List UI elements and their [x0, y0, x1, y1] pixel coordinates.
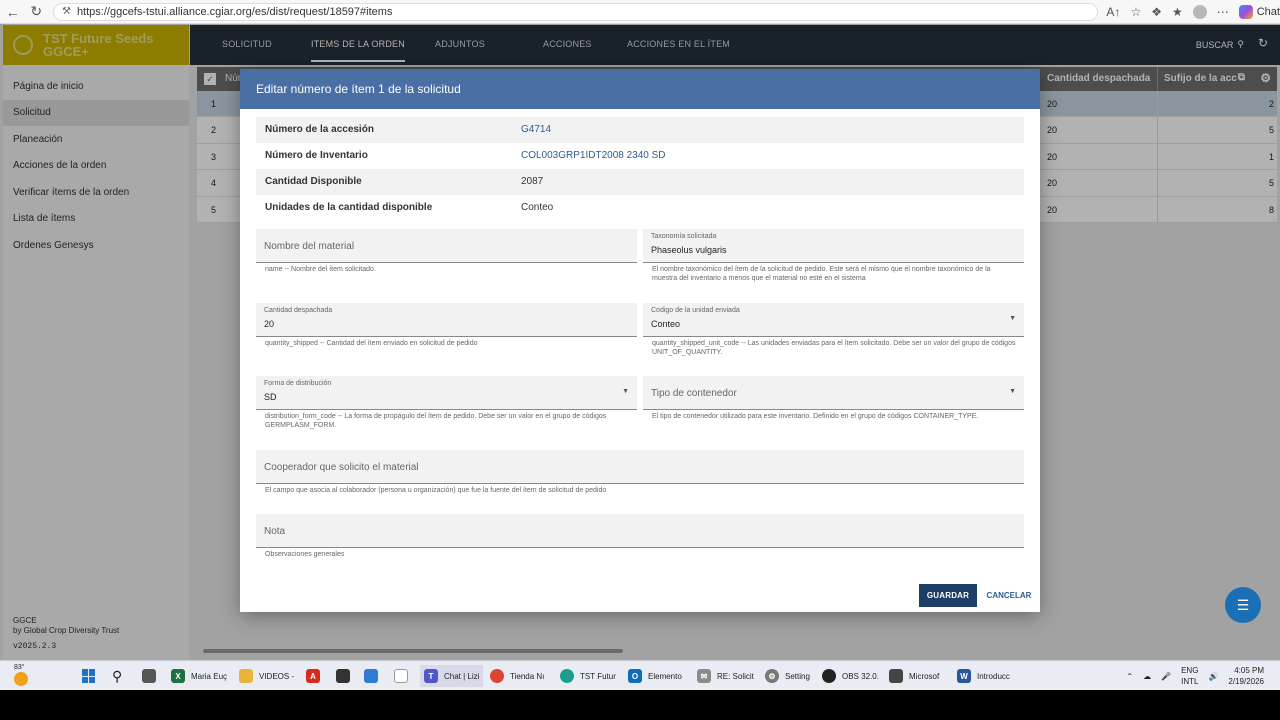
- taskbar-explorer[interactable]: VIDEOS -: [239, 668, 294, 684]
- profile-avatar[interactable]: [1192, 4, 1207, 19]
- unit-hint: quantity_shipped_unit_code -- Las unidad…: [652, 340, 1016, 356]
- screen-bottom-border: [0, 690, 1280, 720]
- taskbar-microsoft[interactable]: Microsof: [889, 668, 939, 684]
- save-button[interactable]: GUARDAR: [919, 584, 977, 607]
- tray-expand-icon[interactable]: ⌃: [1126, 672, 1133, 681]
- info-row-cantidad: Cantidad Disponible 2087: [256, 169, 1024, 195]
- material-hint: name -- Nombre del ítem solicitado.: [265, 266, 376, 273]
- note-hint: Observaciones generales: [265, 551, 345, 558]
- edit-item-dialog: Editar número de ítem 1 de la solicitud …: [240, 69, 1040, 612]
- taskbar-settings[interactable]: ⚙ Setting: [765, 668, 810, 684]
- system-tray: ⌃ ☁ 🎤 ENG INTL 🔊 4:05 PM 2/19/2026: [1126, 665, 1264, 687]
- taskbar-notepad[interactable]: [394, 668, 414, 684]
- tray-mic-icon[interactable]: 🎤: [1161, 672, 1171, 681]
- windows-taskbar: 83° ⚲ X Maria Euç VIDEOS - A T Chat | Lizi…: [0, 660, 1280, 690]
- taskbar-word[interactable]: W Introducc: [957, 668, 1010, 684]
- menu-fab-button[interactable]: ☰: [1225, 587, 1261, 623]
- chat-label[interactable]: Chat: [1257, 6, 1280, 18]
- outlook-icon: O: [628, 669, 642, 683]
- browser-toolbar: ← ↻ ⚒ https://ggcefs-tstui.alliance.cgia…: [0, 0, 1280, 24]
- favorites-icon[interactable]: ★: [1172, 5, 1183, 19]
- notepad-icon: [394, 669, 408, 683]
- cooperator-hint: El campo que asocia al colaborador (pers…: [265, 487, 607, 494]
- info-row-unidades: Unidades de la cantidad disponible Conteo: [256, 195, 1024, 221]
- taskbar-edge[interactable]: TST Futur: [560, 668, 616, 684]
- taskbar-teams[interactable]: T Chat | Lizi: [420, 665, 484, 687]
- cancel-button[interactable]: CANCELAR: [984, 584, 1034, 607]
- dropdown-caret-icon: ▼: [622, 388, 629, 395]
- system-clock[interactable]: 4:05 PM 2/19/2026: [1228, 665, 1264, 687]
- dropdown-caret-icon: ▼: [1009, 315, 1016, 322]
- taskbar-app[interactable]: [336, 668, 356, 684]
- more-menu-icon[interactable]: ⋯: [1217, 5, 1229, 19]
- tray-network-icon[interactable]: ☁: [1143, 672, 1151, 681]
- weather-icon[interactable]: [14, 672, 28, 686]
- cooperator-field[interactable]: Cooperador que solicito el material: [256, 450, 1024, 484]
- reload-icon[interactable]: ↻: [25, 1, 46, 23]
- back-icon[interactable]: ←: [2, 1, 23, 23]
- taskbar-search-icon[interactable]: ⚲: [112, 668, 122, 684]
- taskbar-store[interactable]: [364, 668, 384, 684]
- excel-icon: X: [171, 669, 185, 683]
- windows-start-icon[interactable]: [82, 669, 96, 683]
- taskbar-obs[interactable]: OBS 32.0.: [822, 668, 879, 684]
- task-view-icon[interactable]: [142, 668, 162, 684]
- obs-icon: [822, 669, 836, 683]
- copilot-icon[interactable]: [1238, 4, 1253, 19]
- info-row-inventario: Número de Inventario COL003GRP1IDT2008 23…: [256, 143, 1024, 169]
- window-icon: [889, 669, 903, 683]
- acrobat-icon: A: [306, 669, 320, 683]
- settings-icon: ⚙: [765, 669, 779, 683]
- material-name-field[interactable]: Nombre del material: [256, 229, 637, 263]
- dropdown-caret-icon: ▼: [1009, 388, 1016, 395]
- accesion-link[interactable]: G4714: [521, 124, 551, 135]
- taskbar-mail[interactable]: ✉ RE: Solicit: [697, 668, 754, 684]
- app-icon: [336, 669, 350, 683]
- url-text: https://ggcefs-tstui.alliance.cgiar.org/…: [76, 5, 393, 18]
- taskbar-excel[interactable]: X Maria Euç: [171, 668, 227, 684]
- teams-icon: T: [424, 669, 438, 683]
- taxonomy-field[interactable]: Taxonomía solicitada Phaseolus vulgaris: [643, 229, 1024, 263]
- tray-volume-icon[interactable]: 🔊: [1208, 672, 1218, 681]
- quantity-hint: quantity_shipped -- Cantidad del ítem en…: [265, 340, 478, 347]
- read-aloud-icon[interactable]: A↑: [1106, 5, 1120, 19]
- input-language[interactable]: ENG INTL: [1181, 665, 1198, 687]
- inventario-link[interactable]: COL003GRP1IDT2008 2340 SD: [521, 150, 666, 161]
- note-field[interactable]: Nota: [256, 514, 1024, 548]
- edge-icon: [560, 669, 574, 683]
- favorite-star-icon[interactable]: ☆: [1130, 5, 1141, 19]
- taskbar-chrome[interactable]: Tienda Nı: [490, 668, 544, 684]
- weather-temp: 83°: [14, 664, 25, 671]
- distribution-form-select[interactable]: Forma de distribución SD ▼: [256, 376, 637, 410]
- taxonomy-hint: El nombre taxonómico del ítem de la soli…: [652, 266, 991, 282]
- container-type-select[interactable]: Tipo de contenedor ▼: [643, 376, 1024, 410]
- quantity-shipped-field[interactable]: Cantidad despachada 20: [256, 303, 637, 337]
- site-info-icon[interactable]: ⚒: [62, 6, 71, 17]
- address-bar[interactable]: ⚒ https://ggcefs-tstui.alliance.cgiar.or…: [52, 2, 1099, 21]
- container-hint: El tipo de contenedor utilizado para est…: [652, 413, 979, 420]
- extensions-icon[interactable]: ❖: [1151, 5, 1162, 19]
- store-icon: [364, 669, 378, 683]
- unit-code-select[interactable]: Codigo de la unidad enviada Conteo ▼: [643, 303, 1024, 337]
- chrome-icon: [490, 669, 504, 683]
- folder-icon: [239, 669, 253, 683]
- form-hint: distribution_form_code -- La forma de pr…: [265, 413, 607, 429]
- mail-icon: ✉: [697, 669, 711, 683]
- dialog-title: Editar número de ítem 1 de la solicitud: [240, 69, 1040, 109]
- info-row-accesion: Número de la accesión G4714: [256, 117, 1024, 143]
- taskbar-acrobat[interactable]: A: [306, 668, 326, 684]
- word-icon: W: [957, 669, 971, 683]
- taskbar-outlook-item[interactable]: O Elemento: [628, 668, 682, 684]
